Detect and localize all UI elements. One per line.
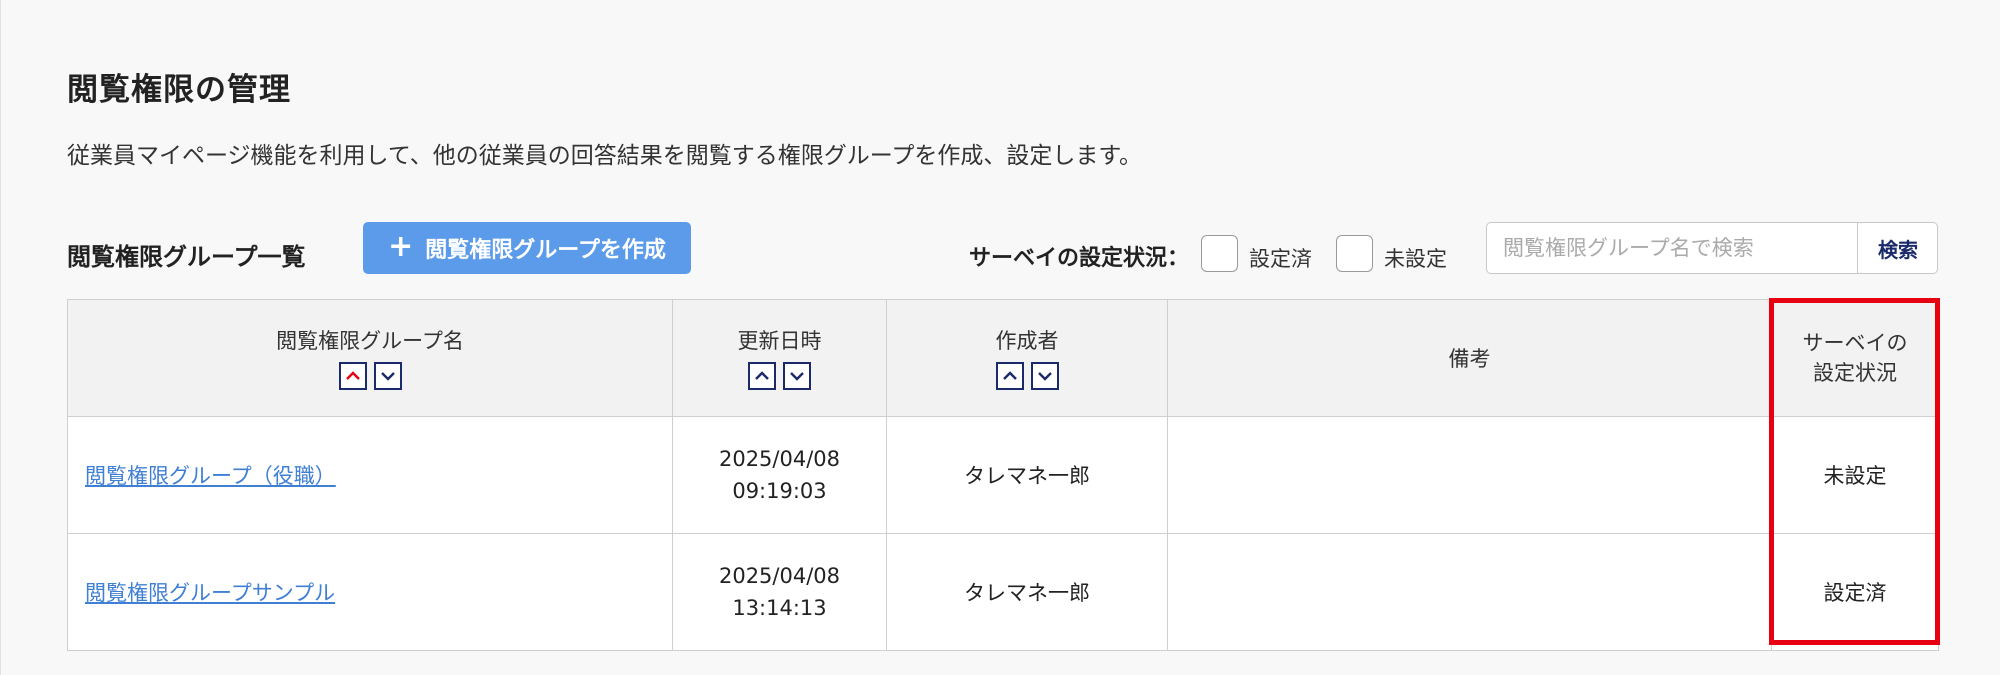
page-left-border (0, 0, 1, 675)
table-header-row: 閲覧権限グループ名 更新日時 作成者 備考 サーベイの 設定状況 (67, 299, 1939, 417)
column-header-label-line1: サーベイの (1802, 331, 1908, 355)
updated-time: 13:14:13 (732, 596, 827, 620)
search-box: 検索 (1486, 222, 1938, 274)
page-title: 閲覧権限の管理 (67, 72, 291, 108)
column-header-updated: 更新日時 (672, 299, 887, 417)
section-title: 閲覧権限グループ一覧 (67, 243, 306, 271)
updated-date: 2025/04/08 (718, 564, 841, 588)
column-header-label: 更新日時 (737, 329, 822, 353)
filter-unconfigured-checkbox[interactable] (1336, 235, 1373, 272)
column-header-group-name: 閲覧権限グループ名 (67, 299, 673, 417)
sort-ascending-icon[interactable] (748, 362, 776, 390)
sort-controls (887, 362, 1167, 390)
group-name-link[interactable]: 閲覧権限グループ（役職） (85, 464, 336, 488)
create-group-button-label: 閲覧権限グループを作成 (425, 238, 666, 263)
sort-ascending-icon[interactable] (995, 362, 1024, 390)
sort-controls (673, 362, 886, 390)
column-header-label: 作成者 (995, 329, 1059, 353)
creator-cell: タレマネ一郎 (886, 416, 1168, 534)
sort-descending-icon[interactable] (1030, 362, 1059, 390)
updated-cell: 2025/04/08 09:19:03 (672, 416, 887, 534)
sort-controls (68, 362, 672, 390)
group-name-cell: 閲覧権限グループ（役職） (67, 416, 673, 534)
column-header-notes: 備考 (1167, 299, 1772, 417)
sort-descending-icon[interactable] (783, 362, 811, 390)
filter-unconfigured-label: 未設定 (1384, 247, 1447, 271)
search-button[interactable]: 検索 (1857, 223, 1938, 273)
notes-cell (1167, 416, 1772, 534)
column-header-label: 備考 (1448, 347, 1491, 371)
updated-date: 2025/04/08 (718, 447, 841, 471)
column-header-creator: 作成者 (886, 299, 1168, 417)
permission-group-table: 閲覧権限グループ名 更新日時 作成者 備考 サーベイの 設定状況 閲覧権限グルー… (67, 299, 1939, 651)
group-name-cell: 閲覧権限グループサンプル (67, 533, 673, 651)
plus-icon: + (388, 228, 414, 264)
survey-status-cell: 未設定 (1771, 416, 1939, 534)
sort-descending-icon[interactable] (373, 362, 402, 390)
group-name-link[interactable]: 閲覧権限グループサンプル (85, 581, 335, 605)
filter-configured-label: 設定済 (1249, 247, 1312, 271)
creator-cell: タレマネ一郎 (886, 533, 1168, 651)
column-header-label: 閲覧権限グループ名 (276, 329, 464, 353)
column-header-survey-status: サーベイの 設定状況 (1771, 299, 1939, 417)
table-row: 閲覧権限グループサンプル 2025/04/08 13:14:13 タレマネ一郎 … (67, 533, 1939, 651)
survey-status-cell: 設定済 (1771, 533, 1939, 651)
create-group-button[interactable]: + 閲覧権限グループを作成 (363, 222, 691, 274)
page-description: 従業員マイページ機能を利用して、他の従業員の回答結果を閲覧する権限グループを作成… (67, 143, 1143, 169)
survey-status-filter-label: サーベイの設定状況： (969, 246, 1190, 271)
updated-cell: 2025/04/08 13:14:13 (672, 533, 887, 651)
sort-ascending-icon[interactable] (338, 362, 367, 390)
updated-time: 09:19:03 (732, 479, 827, 503)
filter-configured-checkbox[interactable] (1201, 235, 1238, 272)
search-input[interactable] (1487, 223, 1857, 273)
table-row: 閲覧権限グループ（役職） 2025/04/08 09:19:03 タレマネ一郎 … (67, 416, 1939, 534)
column-header-label-line2: 設定状況 (1813, 361, 1897, 385)
notes-cell (1167, 533, 1772, 651)
